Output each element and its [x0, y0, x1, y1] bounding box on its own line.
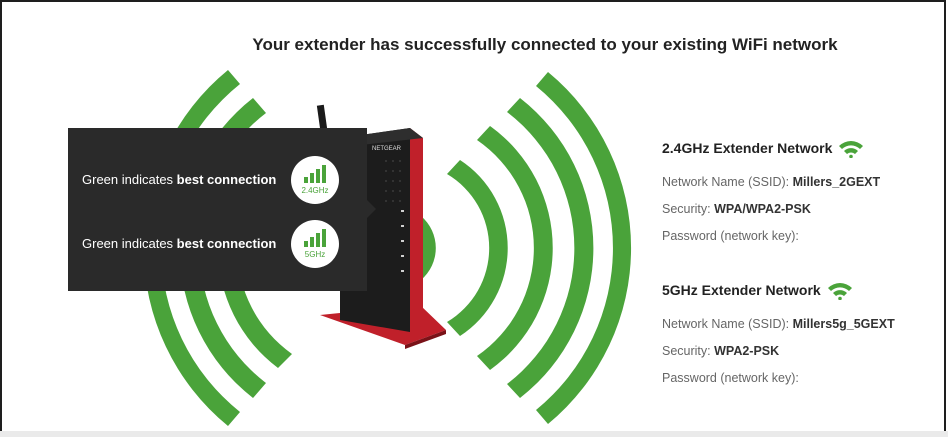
- signal-bars-icon: [304, 165, 328, 183]
- ssid-row: Network Name (SSID): Millers_2GEXT: [662, 175, 881, 189]
- connection-tooltip: Green indicates best connection 2.4GHz G…: [68, 128, 376, 291]
- tooltip-text: Green indicates: [82, 236, 177, 251]
- tooltip-row-5ghz: Green indicates best connection: [82, 236, 276, 251]
- signal-badge-24ghz: 2.4GHz: [291, 156, 339, 204]
- signal-arc-right-3: [477, 126, 553, 370]
- password-row: Password (network key):: [662, 371, 799, 385]
- ssid-row: Network Name (SSID): Millers5g_5GEXT: [662, 317, 895, 331]
- wifi-icon: [839, 141, 864, 159]
- signal-badge-5ghz: 5GHz: [291, 220, 339, 268]
- network-5ghz-heading: 5GHz Extender Network: [662, 282, 932, 301]
- tooltip-text: Green indicates: [82, 172, 177, 187]
- ssid-value: Millers5g_5GEXT: [792, 317, 895, 331]
- security-value: WPA2-PSK: [714, 344, 780, 358]
- badge-label: 2.4GHz: [301, 186, 329, 195]
- device-logo: NETGEAR: [372, 146, 402, 152]
- security-row: Security: WPA/WPA2-PSK: [662, 202, 811, 216]
- network-5ghz-panel: 5GHz Extender Network Network Name (SSID…: [662, 282, 932, 392]
- tooltip-bold-text: best connection: [176, 236, 277, 251]
- network-24ghz-panel: 2.4GHz Extender Network Network Name (SS…: [662, 140, 932, 250]
- wifi-icon: [827, 283, 852, 301]
- tooltip-row-24ghz: Green indicates best connection: [82, 172, 276, 187]
- ssid-value: Millers_2GEXT: [792, 175, 881, 189]
- security-value: WPA/WPA2-PSK: [714, 202, 811, 216]
- signal-bars-icon: [304, 229, 328, 247]
- security-row: Security: WPA2-PSK: [662, 344, 780, 358]
- tooltip-bold-text: best connection: [176, 172, 277, 187]
- password-row: Password (network key):: [662, 229, 799, 243]
- signal-arc-right-2: [447, 160, 508, 336]
- badge-label: 5GHz: [304, 250, 326, 259]
- network-24ghz-heading: 2.4GHz Extender Network: [662, 140, 932, 159]
